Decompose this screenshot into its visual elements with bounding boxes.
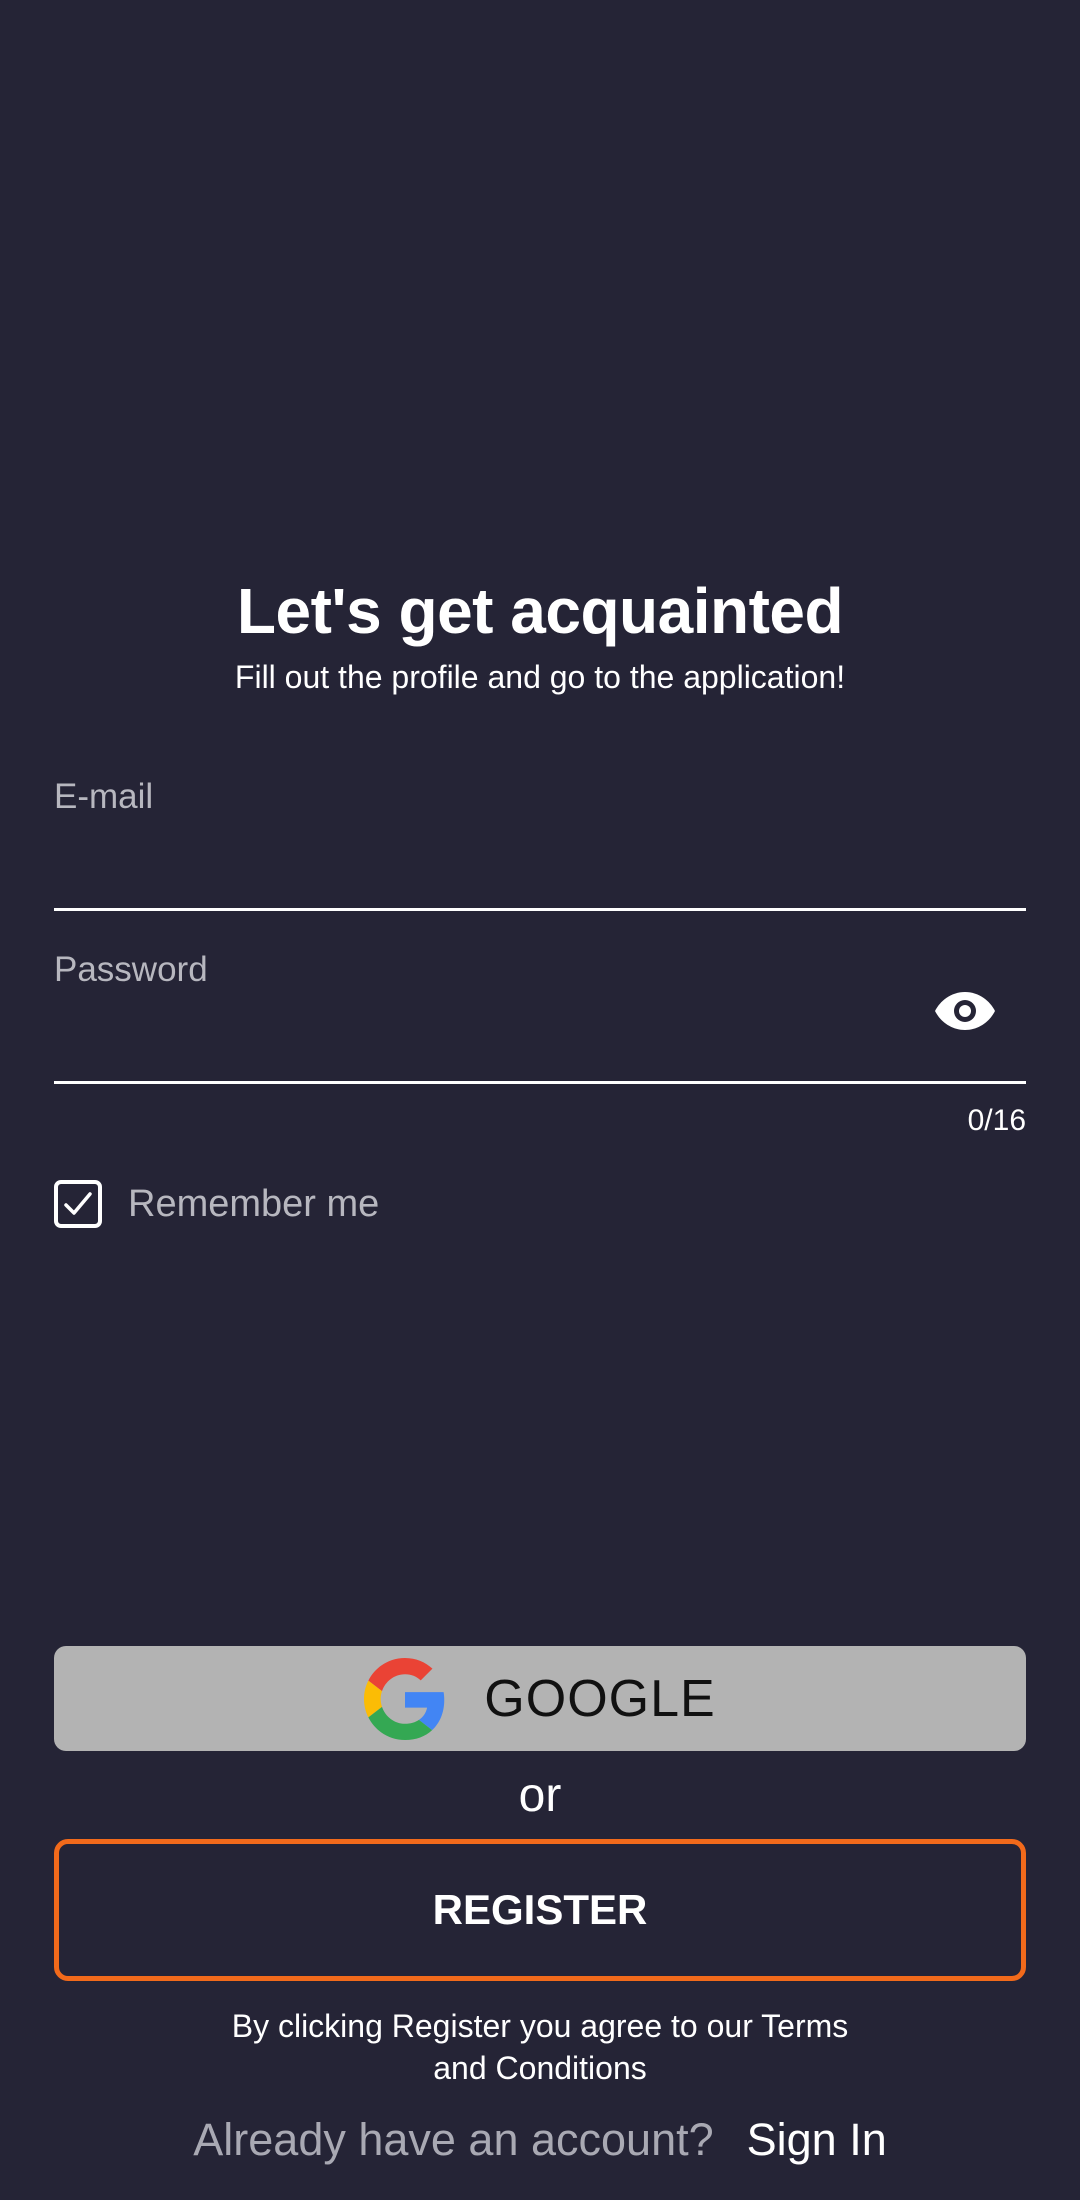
eye-icon xyxy=(935,992,995,1030)
terms-notice: By clicking Register you agree to our Te… xyxy=(0,2005,1080,2089)
register-button-label: REGISTER xyxy=(432,1886,648,1933)
google-button-label: GOOGLE xyxy=(484,1669,716,1728)
page-subtitle: Fill out the profile and go to the appli… xyxy=(234,659,846,695)
password-label: Password xyxy=(54,950,208,989)
terms-notice-line-2: and Conditions xyxy=(433,2050,647,2086)
remember-me-row[interactable]: Remember me xyxy=(54,1177,379,1231)
google-logo-icon xyxy=(364,1657,445,1740)
register-button[interactable]: REGISTER xyxy=(54,1839,1026,1981)
remember-me-label: Remember me xyxy=(128,1182,380,1225)
email-field[interactable] xyxy=(54,850,1026,911)
sign-in-prompt: Already have an account? xyxy=(193,2114,714,2165)
email-label: E-mail xyxy=(54,777,154,816)
password-visibility-toggle[interactable] xyxy=(930,985,1000,1037)
sign-in-link[interactable]: Sign In xyxy=(747,2112,887,2168)
check-icon xyxy=(64,1192,92,1215)
sign-in-row: Already have an account? Sign In xyxy=(0,2112,1080,2168)
or-divider-text: or xyxy=(518,1769,562,1822)
page-title: Let's get acquainted xyxy=(236,575,844,647)
password-field[interactable] xyxy=(54,1022,1026,1084)
terms-notice-line-1: By clicking Register you agree to our Te… xyxy=(231,2008,849,2044)
password-character-counter: 0/16 xyxy=(967,1104,1026,1137)
remember-me-checkbox[interactable] xyxy=(54,1180,102,1228)
google-sign-in-button[interactable]: GOOGLE xyxy=(54,1646,1026,1751)
